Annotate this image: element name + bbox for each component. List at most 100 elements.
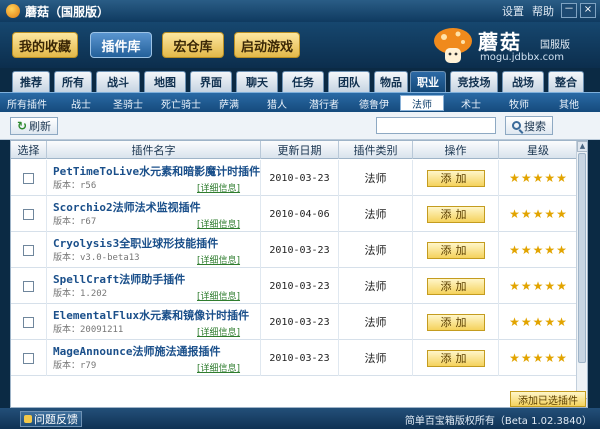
- plugin-library-button[interactable]: 插件库: [90, 32, 152, 58]
- detail-link[interactable]: [详细信息]: [197, 361, 240, 374]
- star-icon: ★: [509, 315, 520, 329]
- toolbar: ↻ 刷新 搜索: [0, 112, 600, 140]
- detail-link[interactable]: [详细信息]: [197, 325, 240, 338]
- plugin-name[interactable]: Scorchio2法师法术监视插件: [53, 199, 201, 215]
- tab-battleground[interactable]: 战场: [502, 71, 544, 92]
- star-icon: ★: [509, 243, 520, 257]
- table-row: MageAnnounce法师施法通报插件 版本：r79 [详细信息] 2010-…: [11, 340, 577, 376]
- star-icon: ★: [556, 351, 567, 365]
- detail-link[interactable]: [详细信息]: [197, 253, 240, 266]
- subtab-shaman[interactable]: 萨满: [214, 95, 244, 111]
- update-date: 2010-03-23: [269, 280, 330, 292]
- refresh-label: 刷新: [29, 120, 52, 133]
- my-favorites-button[interactable]: 我的收藏: [12, 32, 78, 58]
- row-checkbox[interactable]: [23, 208, 34, 220]
- header-plugin-name[interactable]: 插件名字: [47, 141, 261, 159]
- subtab-paladin[interactable]: 圣骑士: [108, 95, 148, 111]
- subtab-other[interactable]: 其他: [554, 95, 584, 111]
- detail-link[interactable]: [详细信息]: [197, 289, 240, 302]
- tab-items[interactable]: 物品: [374, 71, 408, 92]
- add-button[interactable]: 添加: [426, 169, 485, 187]
- scroll-thumb[interactable]: [578, 153, 586, 363]
- tab-arena[interactable]: 竞技场: [450, 71, 498, 92]
- table-scrollbar[interactable]: ▲ ▼: [576, 141, 587, 407]
- macro-library-button[interactable]: 宏仓库: [162, 32, 224, 58]
- tab-compilation[interactable]: 整合: [548, 71, 584, 92]
- tab-combat[interactable]: 战斗: [96, 71, 140, 92]
- close-button[interactable]: ×: [580, 3, 596, 18]
- star-icon: ★: [520, 243, 532, 257]
- subtab-priest[interactable]: 牧师: [504, 95, 534, 111]
- minimize-button[interactable]: －: [561, 3, 577, 18]
- star-rating: ★ ★ ★ ★ ★: [509, 208, 567, 220]
- add-button[interactable]: 添加: [426, 205, 485, 223]
- class-subtabs: 所有插件 战士 圣骑士 死亡骑士 萨满 猎人 潜行者 德鲁伊 法师 术士 牧师 …: [0, 92, 600, 112]
- detail-link[interactable]: [详细信息]: [197, 217, 240, 230]
- plugin-type: 法师: [364, 280, 387, 293]
- add-button[interactable]: 添加: [426, 313, 485, 331]
- subtab-death-knight[interactable]: 死亡骑士: [158, 95, 204, 111]
- star-icon: ★: [509, 171, 520, 185]
- plugin-name[interactable]: ElementalFlux水元素和镜像计时插件: [53, 307, 249, 323]
- help-link[interactable]: 帮助: [532, 3, 554, 19]
- star-rating: ★ ★ ★ ★ ★: [509, 280, 567, 292]
- plugin-version: 版本：v3.0-beta13: [53, 253, 140, 263]
- subtab-mage[interactable]: 法师: [400, 95, 444, 111]
- star-icon: ★: [544, 243, 556, 257]
- brand-edition: 国服版: [540, 40, 570, 51]
- tab-quest[interactable]: 任务: [282, 71, 324, 92]
- detail-link[interactable]: [详细信息]: [197, 181, 240, 194]
- add-selected-button[interactable]: 添加已选插件: [510, 391, 586, 407]
- search-button[interactable]: 搜索: [505, 116, 553, 135]
- tab-interface[interactable]: 界面: [190, 71, 232, 92]
- header-plugin-type[interactable]: 插件类别: [339, 141, 413, 159]
- subtab-warlock[interactable]: 术士: [456, 95, 486, 111]
- table-row: PetTimeToLive水元素和暗影魔计时插件 版本：r56 [详细信息] 2…: [11, 160, 577, 196]
- tab-recommend[interactable]: 推荐: [12, 71, 50, 92]
- subtab-hunter[interactable]: 猎人: [262, 95, 292, 111]
- tab-raid[interactable]: 团队: [328, 71, 370, 92]
- row-checkbox[interactable]: [23, 244, 34, 256]
- plugin-name[interactable]: SpellCraft法师助手插件: [53, 271, 185, 287]
- add-button[interactable]: 添加: [426, 277, 485, 295]
- header-operation[interactable]: 操作: [413, 141, 499, 159]
- star-icon: ★: [544, 351, 556, 365]
- plugin-name[interactable]: MageAnnounce法师施法通报插件: [53, 343, 220, 359]
- update-date: 2010-03-23: [269, 316, 330, 328]
- settings-link[interactable]: 设置: [502, 3, 524, 19]
- star-icon: ★: [544, 171, 556, 185]
- subtab-druid[interactable]: 德鲁伊: [354, 95, 394, 111]
- header-update-date[interactable]: 更新日期: [261, 141, 339, 159]
- plugin-name[interactable]: PetTimeToLive水元素和暗影魔计时插件: [53, 163, 260, 179]
- tab-map[interactable]: 地图: [144, 71, 186, 92]
- scroll-up-icon[interactable]: ▲: [577, 141, 587, 152]
- subtab-rogue[interactable]: 潜行者: [304, 95, 344, 111]
- table-row: Cryolysis3全职业球形技能插件 版本：v3.0-beta13 [详细信息…: [11, 232, 577, 268]
- start-game-button[interactable]: 启动游戏: [234, 32, 300, 58]
- row-checkbox[interactable]: [23, 280, 34, 292]
- subtab-all-plugins[interactable]: 所有插件: [6, 95, 48, 111]
- add-button[interactable]: 添加: [426, 241, 485, 259]
- star-icon: ★: [532, 351, 544, 365]
- star-icon: ★: [509, 279, 520, 293]
- header-rating[interactable]: 星级: [499, 141, 577, 159]
- refresh-button[interactable]: ↻ 刷新: [10, 117, 58, 135]
- tab-all[interactable]: 所有: [54, 71, 92, 92]
- search-input[interactable]: [376, 117, 496, 134]
- row-checkbox[interactable]: [23, 316, 34, 328]
- row-checkbox[interactable]: [23, 352, 34, 364]
- add-button[interactable]: 添加: [426, 349, 485, 367]
- subtab-warrior[interactable]: 战士: [66, 95, 96, 111]
- header-select[interactable]: 选择: [11, 141, 47, 159]
- tab-class[interactable]: 职业: [410, 71, 446, 92]
- plugin-version: 版本：r67: [53, 217, 97, 227]
- row-checkbox[interactable]: [23, 172, 34, 184]
- star-icon: ★: [544, 315, 556, 329]
- star-icon: ★: [556, 315, 567, 329]
- tab-chat[interactable]: 聊天: [236, 71, 278, 92]
- plugin-version: 版本：1.202: [53, 289, 108, 299]
- star-icon: ★: [520, 315, 532, 329]
- feedback-button[interactable]: 问题反馈: [20, 411, 82, 427]
- star-icon: ★: [520, 351, 532, 365]
- plugin-name[interactable]: Cryolysis3全职业球形技能插件: [53, 235, 218, 251]
